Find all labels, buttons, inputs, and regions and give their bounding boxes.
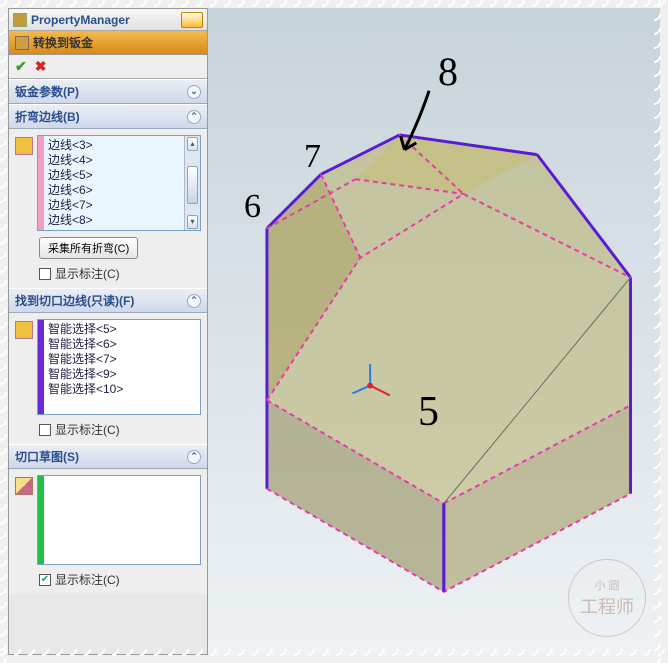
pin-icon[interactable] xyxy=(181,12,203,28)
section-bend-edges[interactable]: 折弯边线(B) ⌃ xyxy=(9,104,207,129)
show-callout-checkbox[interactable]: ✔ xyxy=(39,574,51,586)
convert-sheetmetal-icon xyxy=(15,36,29,50)
checkbox-label: 显示标注(C) xyxy=(55,421,120,438)
checkbox-label: 显示标注(C) xyxy=(55,571,120,588)
bend-body: 边线<3> 边线<4> 边线<5> 边线<6> 边线<7> 边线<8> ▴ ▾ … xyxy=(9,129,207,288)
list-item[interactable]: 边线<3> xyxy=(48,138,93,153)
list-item[interactable]: 边线<7> xyxy=(48,198,93,213)
bend-edge-list[interactable]: 边线<3> 边线<4> 边线<5> 边线<6> 边线<7> 边线<8> ▴ ▾ xyxy=(37,135,201,231)
section-sheetmetal-params[interactable]: 钣金参数(P) ⌄ xyxy=(9,79,207,104)
model-view xyxy=(208,8,660,655)
list-item[interactable]: 边线<5> xyxy=(48,168,93,183)
show-callout-checkbox[interactable] xyxy=(39,268,51,280)
list-item: 智能选择<9> xyxy=(48,367,123,382)
sketch-body: ✔ 显示标注(C) xyxy=(9,469,207,594)
show-callout-checkbox[interactable] xyxy=(39,424,51,436)
pm-titlebar: PropertyManager xyxy=(9,9,207,31)
sketch-selection-icon[interactable] xyxy=(15,477,33,495)
pm-title: PropertyManager xyxy=(31,13,181,27)
rip-edge-list: 智能选择<5> 智能选择<6> 智能选择<7> 智能选择<9> 智能选择<10> xyxy=(37,319,201,415)
section-title: 钣金参数(P) xyxy=(15,83,79,100)
command-header: 转换到钣金 xyxy=(9,31,207,55)
scroll-down-button[interactable]: ▾ xyxy=(187,215,198,229)
edge-selection-icon[interactable] xyxy=(15,137,33,155)
list-item: 智能选择<6> xyxy=(48,337,123,352)
chevron-up-icon: ⌃ xyxy=(187,450,201,464)
list-item[interactable]: 边线<8> xyxy=(48,213,93,228)
section-title: 切口草图(S) xyxy=(15,448,79,465)
ok-cancel-bar: ✔ ✖ xyxy=(9,55,207,79)
chevron-up-icon: ⌃ xyxy=(187,110,201,124)
checkbox-label: 显示标注(C) xyxy=(55,265,120,282)
section-title: 折弯边线(B) xyxy=(15,108,80,125)
list-item: 智能选择<7> xyxy=(48,352,123,367)
list-item[interactable]: 边线<6> xyxy=(48,183,93,198)
rip-body: 智能选择<5> 智能选择<6> 智能选择<7> 智能选择<9> 智能选择<10>… xyxy=(9,313,207,444)
ok-button[interactable]: ✔ xyxy=(15,58,27,75)
sketch-list[interactable] xyxy=(37,475,201,565)
section-title: 找到切口边线(只读)(F) xyxy=(15,292,134,309)
list-item: 智能选择<5> xyxy=(48,322,123,337)
list-item: 智能选择<10> xyxy=(48,382,123,397)
list-item[interactable]: 边线<4> xyxy=(48,153,93,168)
graphics-viewport[interactable]: 5 6 7 8 小 圆 工程师 xyxy=(208,8,660,655)
pm-title-icon xyxy=(13,13,27,27)
section-rip-sketch[interactable]: 切口草图(S) ⌃ xyxy=(9,444,207,469)
chevron-down-icon: ⌄ xyxy=(187,85,201,99)
cancel-button[interactable]: ✖ xyxy=(35,58,47,75)
scroll-up-button[interactable]: ▴ xyxy=(187,137,198,151)
rip-selection-icon xyxy=(15,321,33,339)
command-title: 转换到钣金 xyxy=(33,34,93,51)
scrollbar[interactable]: ▴ ▾ xyxy=(184,136,200,230)
chevron-up-icon: ⌃ xyxy=(187,294,201,308)
property-manager-panel: PropertyManager 转换到钣金 ✔ ✖ 钣金参数(P) ⌄ 折弯边线… xyxy=(8,8,208,655)
section-rip-edges[interactable]: 找到切口边线(只读)(F) ⌃ xyxy=(9,288,207,313)
collect-all-bends-button[interactable]: 采集所有折弯(C) xyxy=(39,237,138,259)
scroll-thumb[interactable] xyxy=(187,166,198,204)
